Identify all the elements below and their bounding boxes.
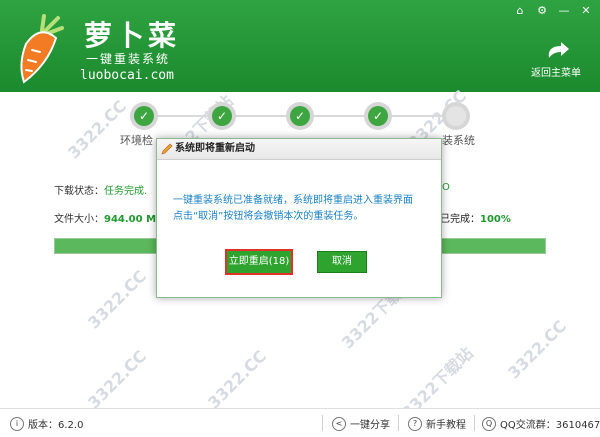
brand-logo: 萝卜菜 一键重装系统 luobocai.com xyxy=(14,10,204,86)
qq-group-link[interactable]: Q QQ交流群：361046759 xyxy=(482,416,600,431)
qq-icon: Q xyxy=(482,416,496,431)
footer-divider xyxy=(398,415,399,431)
restart-dialog: 系统即将重新启动 一键重装系统已准备就绪，系统即将重启进入重装界面 点击“取消”… xyxy=(156,138,442,298)
download-status-label: 下载状态： xyxy=(54,186,104,197)
step-label: 装系统 xyxy=(442,134,475,147)
app-header: 萝卜菜 一键重装系统 luobocai.com ⌂ ⚙ — ✕ 返回主菜单 xyxy=(0,0,600,92)
step-2: ✓ xyxy=(208,102,236,130)
completed-value: 100% xyxy=(480,214,511,225)
version-text: 版本：6.2.0 xyxy=(28,420,84,431)
dialog-message-line: 点击“取消”按钮将会撤销本次的重装任务。 xyxy=(173,211,364,222)
footer-divider xyxy=(322,415,323,431)
restart-now-button[interactable]: 立即重启(18) xyxy=(225,249,293,275)
gear-icon[interactable]: ⚙ xyxy=(534,4,550,18)
check-icon: ✓ xyxy=(290,106,310,126)
share-icon: < xyxy=(332,416,346,431)
minimize-icon[interactable]: — xyxy=(556,4,572,18)
back-to-menu-label: 返回主菜单 xyxy=(531,68,581,79)
cancel-button[interactable]: 取消 xyxy=(317,251,367,273)
completed-label: 已完成： xyxy=(440,214,480,225)
brand-name: 萝卜菜 xyxy=(84,19,181,52)
watermark: 3322.CC xyxy=(84,266,150,333)
close-icon[interactable]: ✕ xyxy=(578,4,594,18)
tutorial-button[interactable]: ? 新手教程 xyxy=(408,416,466,431)
file-size-label: 文件大小： xyxy=(54,214,104,225)
file-size: 文件大小：944.00 MB xyxy=(54,210,164,225)
carrot-logo-icon xyxy=(20,14,64,84)
step-1: ✓ xyxy=(130,102,158,130)
back-to-menu-button[interactable]: 返回主菜单 xyxy=(524,42,588,82)
completed-info: 已完成：100% xyxy=(440,210,511,225)
download-status: 下载状态：任务完成. xyxy=(54,182,147,197)
version-info: i 版本：6.2.0 xyxy=(10,416,83,431)
tutorial-icon: ? xyxy=(408,416,422,431)
watermark: 3322.CC xyxy=(204,346,270,413)
dialog-message-line: 一键重装系统已准备就绪，系统即将重启进入重装界面 xyxy=(173,195,413,206)
dialog-title: 系统即将重新启动 xyxy=(175,143,255,154)
step-4: ✓ xyxy=(364,102,392,130)
brand-subtitle: 一键重装系统 xyxy=(86,52,171,66)
watermark: 3322.CC xyxy=(84,346,150,413)
step-3: ✓ xyxy=(286,102,314,130)
dialog-titlebar: 系统即将重新启动 xyxy=(157,139,441,160)
watermark: 3322.CC xyxy=(504,316,570,383)
app-footer: i 版本：6.2.0 < 一键分享 ? 新手教程 Q QQ交流群：3610467… xyxy=(0,408,600,437)
step-5 xyxy=(442,102,470,130)
brand-url: luobocai.com xyxy=(80,68,174,83)
check-icon: ✓ xyxy=(368,106,388,126)
return-arrow-icon xyxy=(548,42,569,58)
share-label: 一键分享 xyxy=(350,420,390,431)
step-label: 环境检 xyxy=(120,134,153,147)
pencil-icon xyxy=(161,143,173,155)
partial-link: O xyxy=(442,182,450,193)
tutorial-label: 新手教程 xyxy=(426,420,466,431)
file-size-value: 944.00 MB xyxy=(104,214,164,225)
footer-divider xyxy=(474,415,475,431)
info-icon: i xyxy=(10,416,24,431)
dialog-message: 一键重装系统已准备就绪，系统即将重启进入重装界面 点击“取消”按钮将会撤销本次的… xyxy=(173,193,433,225)
home-icon[interactable]: ⌂ xyxy=(512,4,528,18)
check-icon: ✓ xyxy=(134,106,154,126)
qq-group-text: QQ交流群：361046759 xyxy=(500,420,600,431)
share-button[interactable]: < 一键分享 xyxy=(332,416,390,431)
download-status-value: 任务完成. xyxy=(104,186,148,197)
check-icon: ✓ xyxy=(212,106,232,126)
